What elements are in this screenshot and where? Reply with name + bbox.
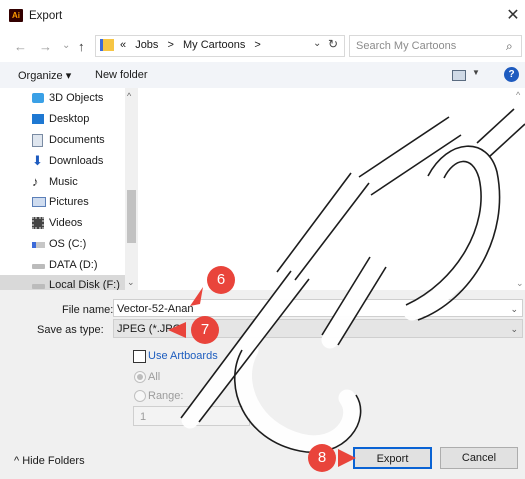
sidebar-item-label: Desktop — [49, 113, 90, 125]
save-as-type-select[interactable]: JPEG (*.JPG) ⌄ — [113, 319, 523, 338]
range-label: Range: — [148, 390, 184, 402]
scroll-up-icon[interactable]: ^ — [516, 90, 520, 100]
breadcrumb-overflow[interactable]: « — [120, 39, 126, 51]
breadcrumb-separator[interactable]: > — [168, 39, 174, 51]
chevron-down-icon[interactable]: ⌄ — [510, 300, 518, 318]
file-list-area[interactable] — [138, 88, 525, 290]
hide-folders-button[interactable]: ^ Hide Folders — [14, 455, 85, 467]
address-bar[interactable]: « Jobs > My Cartoons > ⌄ ↻ — [95, 35, 345, 57]
cancel-button[interactable]: Cancel — [440, 447, 518, 469]
cube-icon — [32, 93, 44, 103]
chevron-down-icon[interactable]: ⌄ — [510, 320, 518, 338]
breadcrumb-my-cartoons[interactable]: My Cartoons — [183, 39, 245, 51]
step-callout-6: 6 — [207, 266, 235, 294]
range-field[interactable]: 1 — [133, 406, 250, 426]
sidebar-item-label: Downloads — [49, 155, 104, 167]
scroll-down-icon[interactable]: ⌄ — [516, 278, 524, 289]
refresh-icon[interactable]: ↻ — [328, 37, 338, 51]
sidebar-scroll-thumb[interactable] — [127, 190, 136, 243]
drive-icon — [32, 284, 45, 289]
new-folder-button[interactable]: New folder — [95, 69, 148, 81]
sidebar-item-label: 3D Objects — [49, 92, 104, 104]
breadcrumb[interactable]: « Jobs > My Cartoons > — [120, 39, 267, 51]
breadcrumb-jobs[interactable]: Jobs — [135, 39, 158, 51]
save-as-type-value: JPEG (*.JPG) — [117, 323, 185, 335]
download-icon: ⬇ — [32, 153, 43, 168]
drive-icon — [32, 264, 45, 269]
search-input[interactable]: Search My Cartoons ⌕ — [349, 35, 522, 57]
sidebar-item-label: Pictures — [49, 196, 89, 208]
illustrator-app-icon: Ai — [9, 9, 23, 22]
sidebar-scrollbar[interactable] — [125, 88, 138, 290]
chevron-down-icon[interactable]: ⌄ — [313, 38, 321, 49]
radio-selected-dot — [137, 374, 143, 380]
file-name-field[interactable]: Vector-52-Anan ⌄ — [113, 299, 523, 317]
use-artboards-checkbox[interactable] — [133, 350, 146, 363]
drive-os-icon — [32, 242, 45, 248]
videos-icon — [32, 217, 44, 229]
all-label: All — [148, 371, 161, 383]
file-name-label: File name: — [62, 304, 114, 316]
breadcrumb-separator[interactable]: > — [254, 39, 260, 51]
save-as-type-label: Save as type: — [37, 324, 104, 336]
change-view-icon[interactable] — [452, 70, 466, 81]
file-name-value: Vector-52-Anan — [117, 303, 194, 315]
window-title: Export — [29, 10, 63, 22]
back-arrow-icon[interactable]: ← — [14, 39, 27, 55]
step-callout-8: 8 — [308, 444, 336, 472]
music-icon: ♪ — [32, 174, 39, 189]
forward-arrow-icon[interactable]: → — [39, 39, 52, 55]
sidebar-item-label: Music — [49, 176, 78, 188]
scroll-down-icon[interactable]: ⌄ — [127, 277, 135, 288]
sidebar-item-label: Documents — [49, 134, 105, 146]
sidebar-item-label: Videos — [49, 217, 83, 229]
folder-icon — [100, 39, 114, 51]
export-button[interactable]: Export — [353, 447, 432, 469]
search-placeholder: Search My Cartoons — [356, 40, 457, 52]
organize-menu-button[interactable]: Organize ▾ — [18, 69, 71, 82]
up-arrow-icon[interactable]: ↑ — [78, 39, 85, 55]
documents-icon — [32, 134, 43, 147]
sidebar-item-label: DATA (D:) — [49, 259, 98, 271]
command-bar: Organize ▾ New folder ▼ ? — [0, 62, 525, 88]
help-icon[interactable]: ? — [504, 67, 519, 82]
recent-locations-icon[interactable]: ⌄ — [62, 38, 70, 54]
step-callout-7: 7 — [191, 316, 219, 344]
view-options-chevron-icon[interactable]: ▼ — [472, 68, 480, 77]
use-artboards-label[interactable]: Use Artboards — [148, 350, 218, 362]
pictures-icon — [32, 197, 46, 207]
desktop-icon — [32, 114, 44, 124]
scroll-up-icon[interactable]: ^ — [127, 91, 131, 101]
sidebar-item-label: OS (C:) — [49, 238, 87, 250]
range-radio[interactable] — [134, 390, 146, 402]
title-bar — [0, 0, 525, 32]
search-icon[interactable]: ⌕ — [506, 39, 513, 54]
close-icon[interactable]: ✕ — [503, 5, 523, 27]
